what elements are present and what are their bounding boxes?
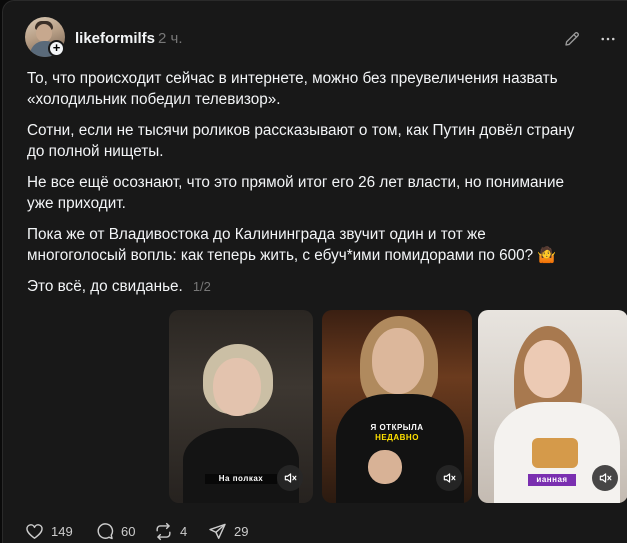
post-timestamp[interactable]: 2 ч.: [158, 30, 183, 47]
video-thumbnail-2[interactable]: Я ОТКРЫЛА НЕДАВНО: [322, 310, 472, 503]
mute-button[interactable]: [436, 465, 462, 491]
video-caption: На полках: [205, 474, 277, 484]
video-caption: ианная: [528, 474, 576, 486]
repost-button[interactable]: 4: [154, 521, 187, 541]
video-thumbnail-3[interactable]: ианная: [478, 310, 627, 503]
video-caption-bottom: НЕДАВНО: [375, 433, 419, 442]
share-count: 29: [234, 523, 249, 539]
video-thumbnail-1[interactable]: На полках: [169, 310, 313, 503]
mute-icon: [443, 473, 456, 483]
pencil-icon[interactable]: [563, 30, 581, 48]
send-icon: [209, 523, 226, 539]
last-paragraph-text: Это всё, до свиданье.: [27, 278, 183, 295]
like-count: 149: [51, 523, 73, 539]
repost-icon: [156, 522, 171, 540]
more-dots-icon[interactable]: [599, 30, 617, 48]
mute-icon: [599, 473, 612, 483]
heart-icon: [26, 523, 43, 539]
thread-post: + likeformilfs 2 ч. То, что происходит с…: [2, 0, 627, 543]
share-button[interactable]: 29: [208, 521, 248, 541]
like-button[interactable]: 149: [25, 521, 73, 541]
mute-button[interactable]: [592, 465, 618, 491]
repost-count: 4: [180, 523, 188, 539]
thread-counter: 1/2: [192, 279, 211, 294]
post-last-paragraph: Это всё, до свиданье. 1/2: [27, 276, 587, 297]
comment-icon: [97, 522, 114, 539]
follow-plus-icon[interactable]: +: [48, 40, 65, 57]
post-paragraph: Не все ещё осознают, что это прямой итог…: [27, 174, 565, 212]
reply-button[interactable]: 60: [95, 521, 135, 541]
post-paragraph: Пока же от Владивостока до Калининграда …: [27, 226, 557, 264]
video-caption-top: Я ОТКРЫЛА: [370, 423, 424, 432]
post-body: То, что происходит сейчас в интернете, м…: [27, 68, 587, 307]
author-avatar[interactable]: +: [25, 17, 65, 57]
reply-count: 60: [121, 523, 136, 539]
author-username[interactable]: likeformilfs: [75, 30, 155, 47]
mute-button[interactable]: [277, 465, 303, 491]
mute-icon: [284, 473, 297, 483]
post-paragraph: Сотни, если не тысячи роликов рассказыва…: [27, 122, 575, 160]
post-paragraph: То, что происходит сейчас в интернете, м…: [27, 70, 558, 108]
